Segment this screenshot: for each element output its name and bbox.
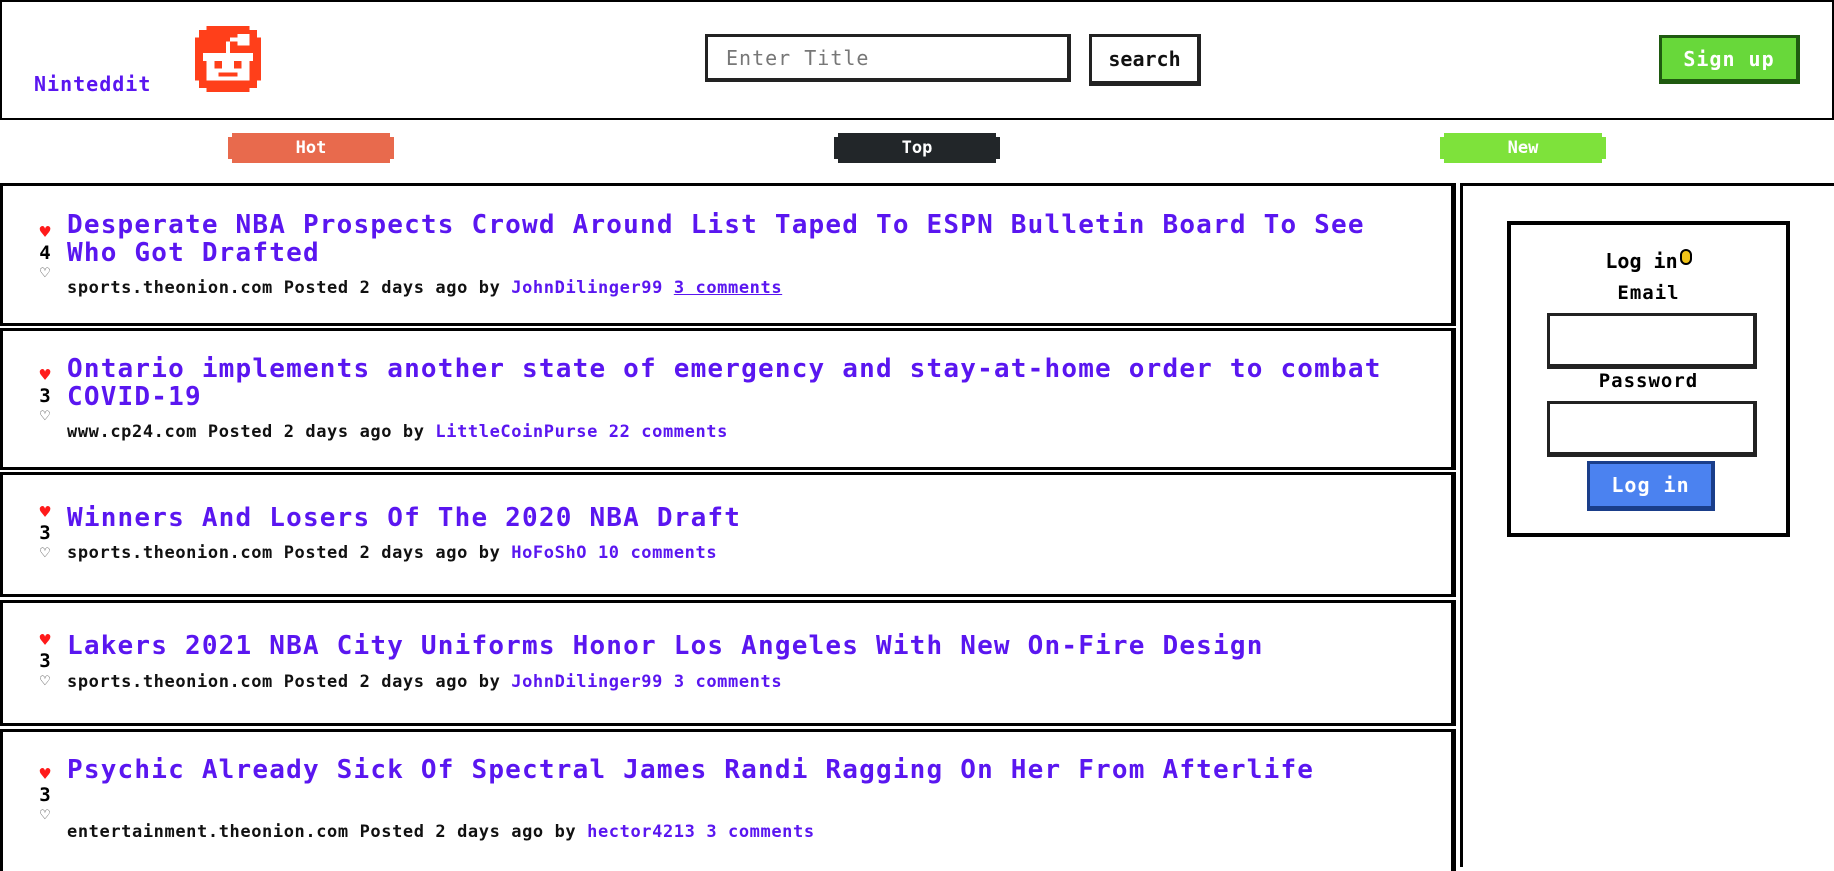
post-title[interactable]: Winners And Losers Of The 2020 NBA Draft — [67, 504, 1431, 532]
upvote-heart-icon[interactable]: ♥ — [35, 224, 55, 242]
upvote-heart-icon[interactable]: ♥ — [35, 367, 55, 385]
top-header: Ninteddit search Sign up — [0, 0, 1834, 120]
post-title[interactable]: Lakers 2021 NBA City Uniforms Honor Los … — [67, 632, 1431, 660]
login-panel: Log in Email Password Log in — [1507, 221, 1790, 537]
vote-column: ♥ 3 ♡ — [35, 367, 55, 425]
post-posted-text: Posted 2 days ago by — [207, 422, 425, 442]
post-meta: entertainment.theonion.com Posted 2 days… — [67, 822, 815, 842]
post-score: 4 — [39, 242, 51, 264]
vote-column: ♥ 3 ♡ — [35, 632, 55, 690]
tab-new-label: New — [1507, 138, 1539, 158]
downvote-heart-icon[interactable]: ♡ — [35, 264, 55, 282]
upvote-heart-icon[interactable]: ♥ — [35, 504, 55, 522]
post-card: ♥ 3 ♡ Ontario implements another state o… — [0, 328, 1456, 470]
post-meta: sports.theonion.com Posted 2 days ago by… — [67, 543, 717, 563]
post-posted-text: Posted 2 days ago by — [283, 278, 501, 298]
tab-hot[interactable]: Hot — [228, 133, 394, 163]
post-score: 3 — [39, 784, 51, 806]
upvote-heart-icon[interactable]: ♥ — [35, 766, 55, 784]
search-input[interactable] — [705, 34, 1071, 82]
post-posted-text: Posted 2 days ago by — [283, 543, 501, 563]
post-comments-link[interactable]: 10 comments — [598, 543, 717, 563]
post-domain: sports.theonion.com — [67, 543, 273, 563]
tab-top-label: Top — [901, 138, 933, 158]
post-author-link[interactable]: LittleCoinPurse — [435, 422, 598, 442]
post-meta: sports.theonion.com Posted 2 days ago by… — [67, 278, 782, 298]
post-score: 3 — [39, 385, 51, 407]
downvote-heart-icon[interactable]: ♡ — [35, 544, 55, 562]
downvote-heart-icon[interactable]: ♡ — [35, 672, 55, 690]
downvote-heart-icon[interactable]: ♡ — [35, 407, 55, 425]
tab-top[interactable]: Top — [834, 133, 1000, 163]
post-posted-text: Posted 2 days ago by — [359, 822, 577, 842]
upvote-heart-icon[interactable]: ♥ — [35, 632, 55, 650]
post-posted-text: Posted 2 days ago by — [283, 672, 501, 692]
login-heading: Log in — [1511, 249, 1786, 273]
post-domain: www.cp24.com — [67, 422, 198, 442]
post-author-link[interactable]: HoFoShO — [511, 543, 587, 563]
post-meta: www.cp24.com Posted 2 days ago by Little… — [67, 422, 728, 442]
post-domain: sports.theonion.com — [67, 278, 273, 298]
email-label: Email — [1617, 282, 1680, 304]
post-card: ♥ 3 ♡ Psychic Already Sick Of Spectral J… — [0, 729, 1456, 871]
post-card: ♥ 3 ♡ Lakers 2021 NBA City Uniforms Hono… — [0, 600, 1456, 726]
search-button[interactable]: search — [1089, 34, 1201, 86]
login-title-text: Log in — [1605, 249, 1678, 273]
vote-column: ♥ 4 ♡ — [35, 224, 55, 282]
tab-hot-label: Hot — [295, 138, 327, 158]
brand-name[interactable]: Ninteddit — [34, 72, 151, 96]
post-card: ♥ 4 ♡ Desperate NBA Prospects Crowd Arou… — [0, 183, 1456, 326]
sign-up-button[interactable]: Sign up — [1659, 35, 1800, 84]
reddit-alien-logo-icon[interactable] — [194, 26, 262, 92]
post-comments-link[interactable]: 3 comments — [706, 822, 814, 842]
tab-new[interactable]: New — [1440, 133, 1606, 163]
post-title[interactable]: Psychic Already Sick Of Spectral James R… — [67, 756, 1431, 784]
post-author-link[interactable]: JohnDilinger99 — [511, 672, 663, 692]
post-meta: sports.theonion.com Posted 2 days ago by… — [67, 672, 782, 692]
coin-icon — [1679, 249, 1692, 265]
downvote-heart-icon[interactable]: ♡ — [35, 806, 55, 824]
post-author-link[interactable]: hector4213 — [587, 822, 695, 842]
post-comments-link[interactable]: 3 comments — [674, 672, 782, 692]
post-author-link[interactable]: JohnDilinger99 — [511, 278, 663, 298]
post-domain: entertainment.theonion.com — [67, 822, 349, 842]
post-card: ♥ 3 ♡ Winners And Losers Of The 2020 NBA… — [0, 472, 1456, 597]
post-title[interactable]: Desperate NBA Prospects Crowd Around Lis… — [67, 211, 1431, 267]
email-field[interactable] — [1547, 313, 1757, 369]
vote-column: ♥ 3 ♡ — [35, 766, 55, 824]
post-score: 3 — [39, 522, 51, 544]
post-score: 3 — [39, 650, 51, 672]
password-label: Password — [1598, 370, 1699, 392]
post-title[interactable]: Ontario implements another state of emer… — [67, 355, 1431, 411]
post-comments-link[interactable]: 3 comments — [674, 278, 782, 298]
post-comments-link[interactable]: 22 comments — [609, 422, 728, 442]
vote-column: ♥ 3 ♡ — [35, 504, 55, 562]
log-in-button[interactable]: Log in — [1587, 461, 1715, 511]
post-domain: sports.theonion.com — [67, 672, 273, 692]
password-field[interactable] — [1547, 401, 1757, 457]
